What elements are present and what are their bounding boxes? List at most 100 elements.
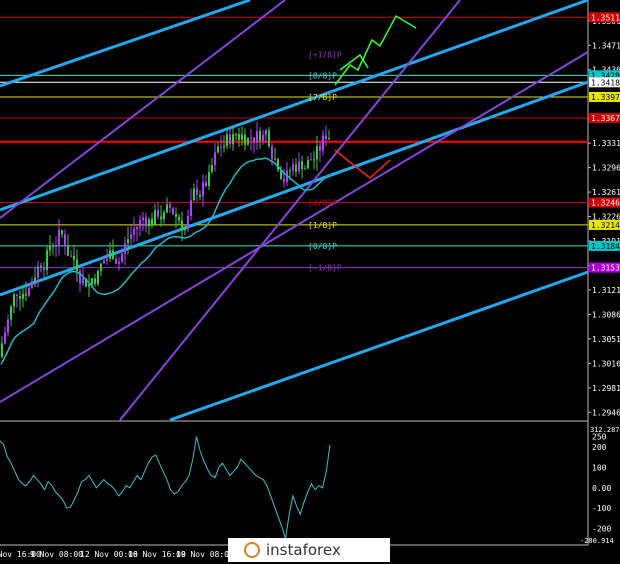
candle-body xyxy=(292,164,294,171)
candle-body xyxy=(52,245,54,247)
candle-body xyxy=(202,182,204,197)
candle-body xyxy=(178,216,180,221)
candle-body xyxy=(262,134,264,141)
candle-body xyxy=(208,172,210,186)
candle-body xyxy=(49,245,51,251)
candle-body xyxy=(112,250,114,259)
candle-body xyxy=(259,131,261,141)
candle-body xyxy=(283,179,285,182)
candle-body xyxy=(232,134,234,145)
candle-body xyxy=(250,137,252,139)
candle-body xyxy=(184,229,186,231)
candle-body xyxy=(94,278,96,284)
candle-body xyxy=(4,332,6,344)
watermark: instaforex xyxy=(228,538,390,562)
candle-body xyxy=(163,212,165,220)
candle-body xyxy=(16,294,18,296)
murrey-label: [+1/8]P xyxy=(308,50,342,59)
candle-body xyxy=(289,170,291,172)
candle-body xyxy=(115,258,117,264)
price-tag-text: 1.3397 xyxy=(591,93,620,102)
candle-body xyxy=(133,229,135,235)
candle-body xyxy=(187,215,189,230)
candle-body xyxy=(34,277,36,282)
candle-body xyxy=(124,243,126,254)
candle-body xyxy=(298,161,300,172)
candle-body xyxy=(88,284,90,287)
candle-body xyxy=(172,207,174,215)
y-tick-label: 1.3471 xyxy=(592,41,620,50)
candle-body xyxy=(256,131,258,143)
candle-body xyxy=(55,245,57,247)
murrey-label: [1/8]P xyxy=(308,221,337,230)
candle-body xyxy=(118,261,120,264)
candle-body xyxy=(307,160,309,169)
candle-body xyxy=(322,135,324,151)
candle-body xyxy=(139,220,141,228)
candle-body xyxy=(106,258,108,261)
candle-body xyxy=(7,319,9,333)
candle-body xyxy=(181,220,183,231)
candle-body xyxy=(244,134,246,145)
candle-body xyxy=(175,214,177,217)
candle-body xyxy=(265,130,267,135)
candle-body xyxy=(19,295,21,299)
candle-body xyxy=(97,270,99,284)
price-tag-text: 1.3511 xyxy=(591,13,620,22)
candle-body xyxy=(190,200,192,216)
oscillator-tick-label: 100 xyxy=(592,463,607,472)
candle-body xyxy=(22,293,24,299)
candle-body xyxy=(76,259,78,271)
candle-body xyxy=(127,238,129,244)
x-axis: 6 Nov 16:009 Nov 08:0012 Nov 00:0016 Nov… xyxy=(0,550,234,559)
candle-body xyxy=(91,278,93,285)
candle-body xyxy=(28,288,30,296)
candle-body xyxy=(304,168,306,170)
candle-body xyxy=(277,159,279,171)
candle-body xyxy=(199,194,201,197)
candle-body xyxy=(229,134,231,145)
candle-body xyxy=(70,255,72,257)
candle-body xyxy=(319,146,321,151)
oscillator-tick-label: 200 xyxy=(592,443,607,452)
y-tick-label: 1.3331 xyxy=(592,139,620,148)
price-tag-text: 1.3214 xyxy=(591,221,620,230)
brand-name: instaforex xyxy=(266,541,341,559)
candle-body xyxy=(100,263,102,271)
candle-body xyxy=(1,343,3,358)
x-tick-label: 9 Nov 08:00 xyxy=(30,550,83,559)
candle-body xyxy=(316,146,318,160)
candle-body xyxy=(193,188,195,201)
price-tag-text: 1.3184 xyxy=(591,242,620,251)
price-tag-text: 1.3246 xyxy=(591,199,620,208)
candle-body xyxy=(166,204,168,213)
price-tag-text: 1.3418 xyxy=(591,78,620,87)
candle-body xyxy=(58,230,60,247)
candle-body xyxy=(217,146,219,153)
candle-body xyxy=(82,278,84,284)
candle-body xyxy=(313,159,315,161)
oscillator-tick-label: -200 xyxy=(592,525,611,534)
candle-body xyxy=(157,210,159,217)
candle-body xyxy=(25,293,27,296)
candle-body xyxy=(220,146,222,148)
candle-body xyxy=(241,134,243,140)
candle-body xyxy=(64,234,66,247)
candle-body xyxy=(214,152,216,166)
murrey-label: [-1/8]P xyxy=(308,264,342,273)
candle-body xyxy=(148,219,150,227)
candle-body xyxy=(238,134,240,140)
candle-body xyxy=(211,165,213,173)
y-tick-label: 1.3261 xyxy=(592,188,620,197)
candle-body xyxy=(37,265,39,278)
candle-body xyxy=(10,306,12,320)
candle-body xyxy=(226,134,228,146)
y-tick-label: 1.3051 xyxy=(592,335,620,344)
y-tick-label: 1.2981 xyxy=(592,384,620,393)
candle-body xyxy=(295,164,297,172)
y-tick-label: 1.3296 xyxy=(592,164,620,173)
candle-body xyxy=(274,159,276,161)
candle-body xyxy=(31,281,33,289)
candle-body xyxy=(325,135,327,140)
murrey-label: [7/8]P xyxy=(308,93,337,102)
